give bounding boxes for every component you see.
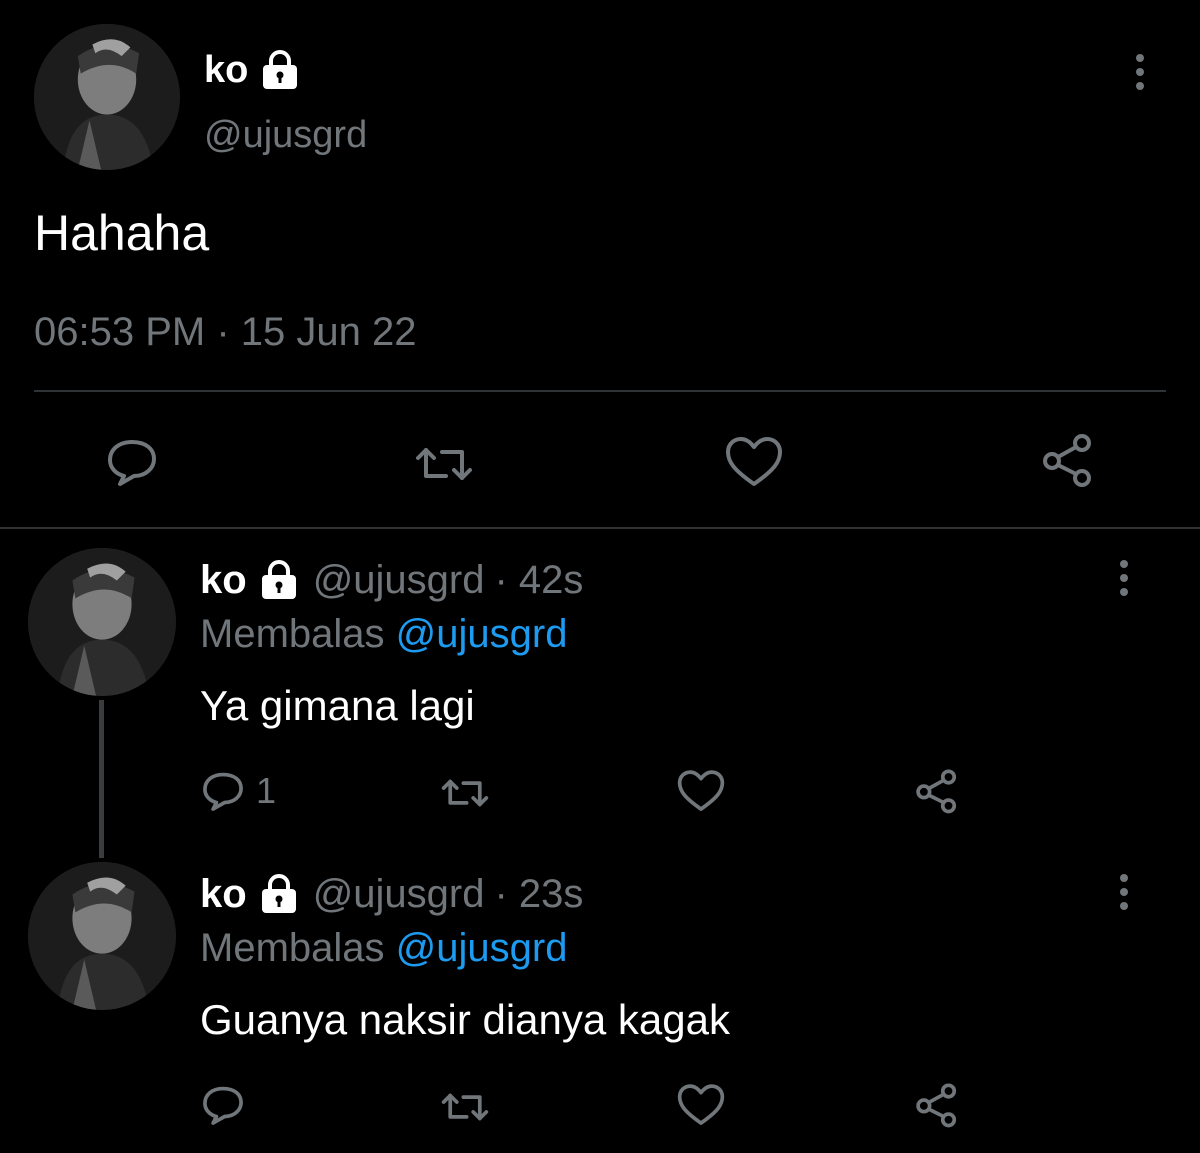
handle[interactable]: @ujusgrd bbox=[204, 114, 367, 157]
avatar-image bbox=[34, 24, 180, 170]
reply-avatar[interactable] bbox=[28, 548, 176, 696]
display-name[interactable]: ko bbox=[200, 558, 247, 603]
lock-icon bbox=[261, 874, 296, 913]
replying-to: Membalas @ujusgrd bbox=[200, 926, 567, 971]
avatar-image bbox=[28, 548, 176, 696]
like-icon[interactable] bbox=[724, 434, 784, 490]
like-icon[interactable] bbox=[676, 1082, 726, 1128]
retweet-icon[interactable] bbox=[412, 436, 476, 492]
reply-text: Ya gimana lagi bbox=[200, 682, 475, 729]
mention-link[interactable]: @ujusgrd bbox=[396, 926, 568, 970]
tweet-timestamp[interactable]: 06:53 PM · 15 Jun 22 bbox=[34, 310, 416, 355]
share-icon[interactable] bbox=[914, 1082, 960, 1128]
more-options-icon[interactable] bbox=[1110, 558, 1138, 598]
reply-text: Guanya naksir dianya kagak bbox=[200, 996, 730, 1043]
display-name[interactable]: ko bbox=[200, 872, 247, 917]
avatar[interactable] bbox=[34, 24, 180, 170]
reply-time: · 42s bbox=[494, 557, 584, 602]
section-divider bbox=[0, 527, 1200, 529]
retweet-icon[interactable] bbox=[438, 1084, 492, 1130]
retweet-icon[interactable] bbox=[438, 770, 492, 816]
tweet-text: Hahaha bbox=[34, 205, 210, 261]
reply-avatar[interactable] bbox=[28, 862, 176, 1010]
more-options-icon[interactable] bbox=[1110, 872, 1138, 912]
replying-label: Membalas bbox=[200, 926, 385, 970]
mention-link[interactable]: @ujusgrd bbox=[396, 612, 568, 656]
reply-time: · 23s bbox=[494, 871, 584, 916]
reply-icon[interactable] bbox=[200, 1082, 246, 1128]
reply-header: ko @ujusgrd · 42s bbox=[200, 556, 583, 604]
replying-to: Membalas @ujusgrd bbox=[200, 612, 567, 657]
reply-header: ko @ujusgrd · 23s bbox=[200, 870, 583, 918]
avatar-image bbox=[28, 862, 176, 1010]
more-options-icon[interactable] bbox=[1126, 52, 1154, 92]
reply-icon[interactable] bbox=[104, 434, 160, 490]
divider bbox=[34, 390, 1166, 392]
share-icon[interactable] bbox=[1040, 432, 1096, 488]
like-icon[interactable] bbox=[676, 768, 726, 814]
lock-icon bbox=[261, 560, 296, 599]
lock-icon bbox=[263, 50, 298, 89]
thread-line bbox=[99, 700, 104, 858]
share-icon[interactable] bbox=[914, 768, 960, 814]
reply-button[interactable]: 1 bbox=[200, 768, 276, 814]
reply-count: 1 bbox=[256, 770, 277, 811]
reply-icon bbox=[203, 772, 243, 811]
handle[interactable]: @ujusgrd bbox=[313, 872, 485, 917]
display-name[interactable]: ko bbox=[204, 49, 248, 92]
replying-label: Membalas bbox=[200, 612, 385, 656]
handle[interactable]: @ujusgrd bbox=[313, 558, 485, 603]
